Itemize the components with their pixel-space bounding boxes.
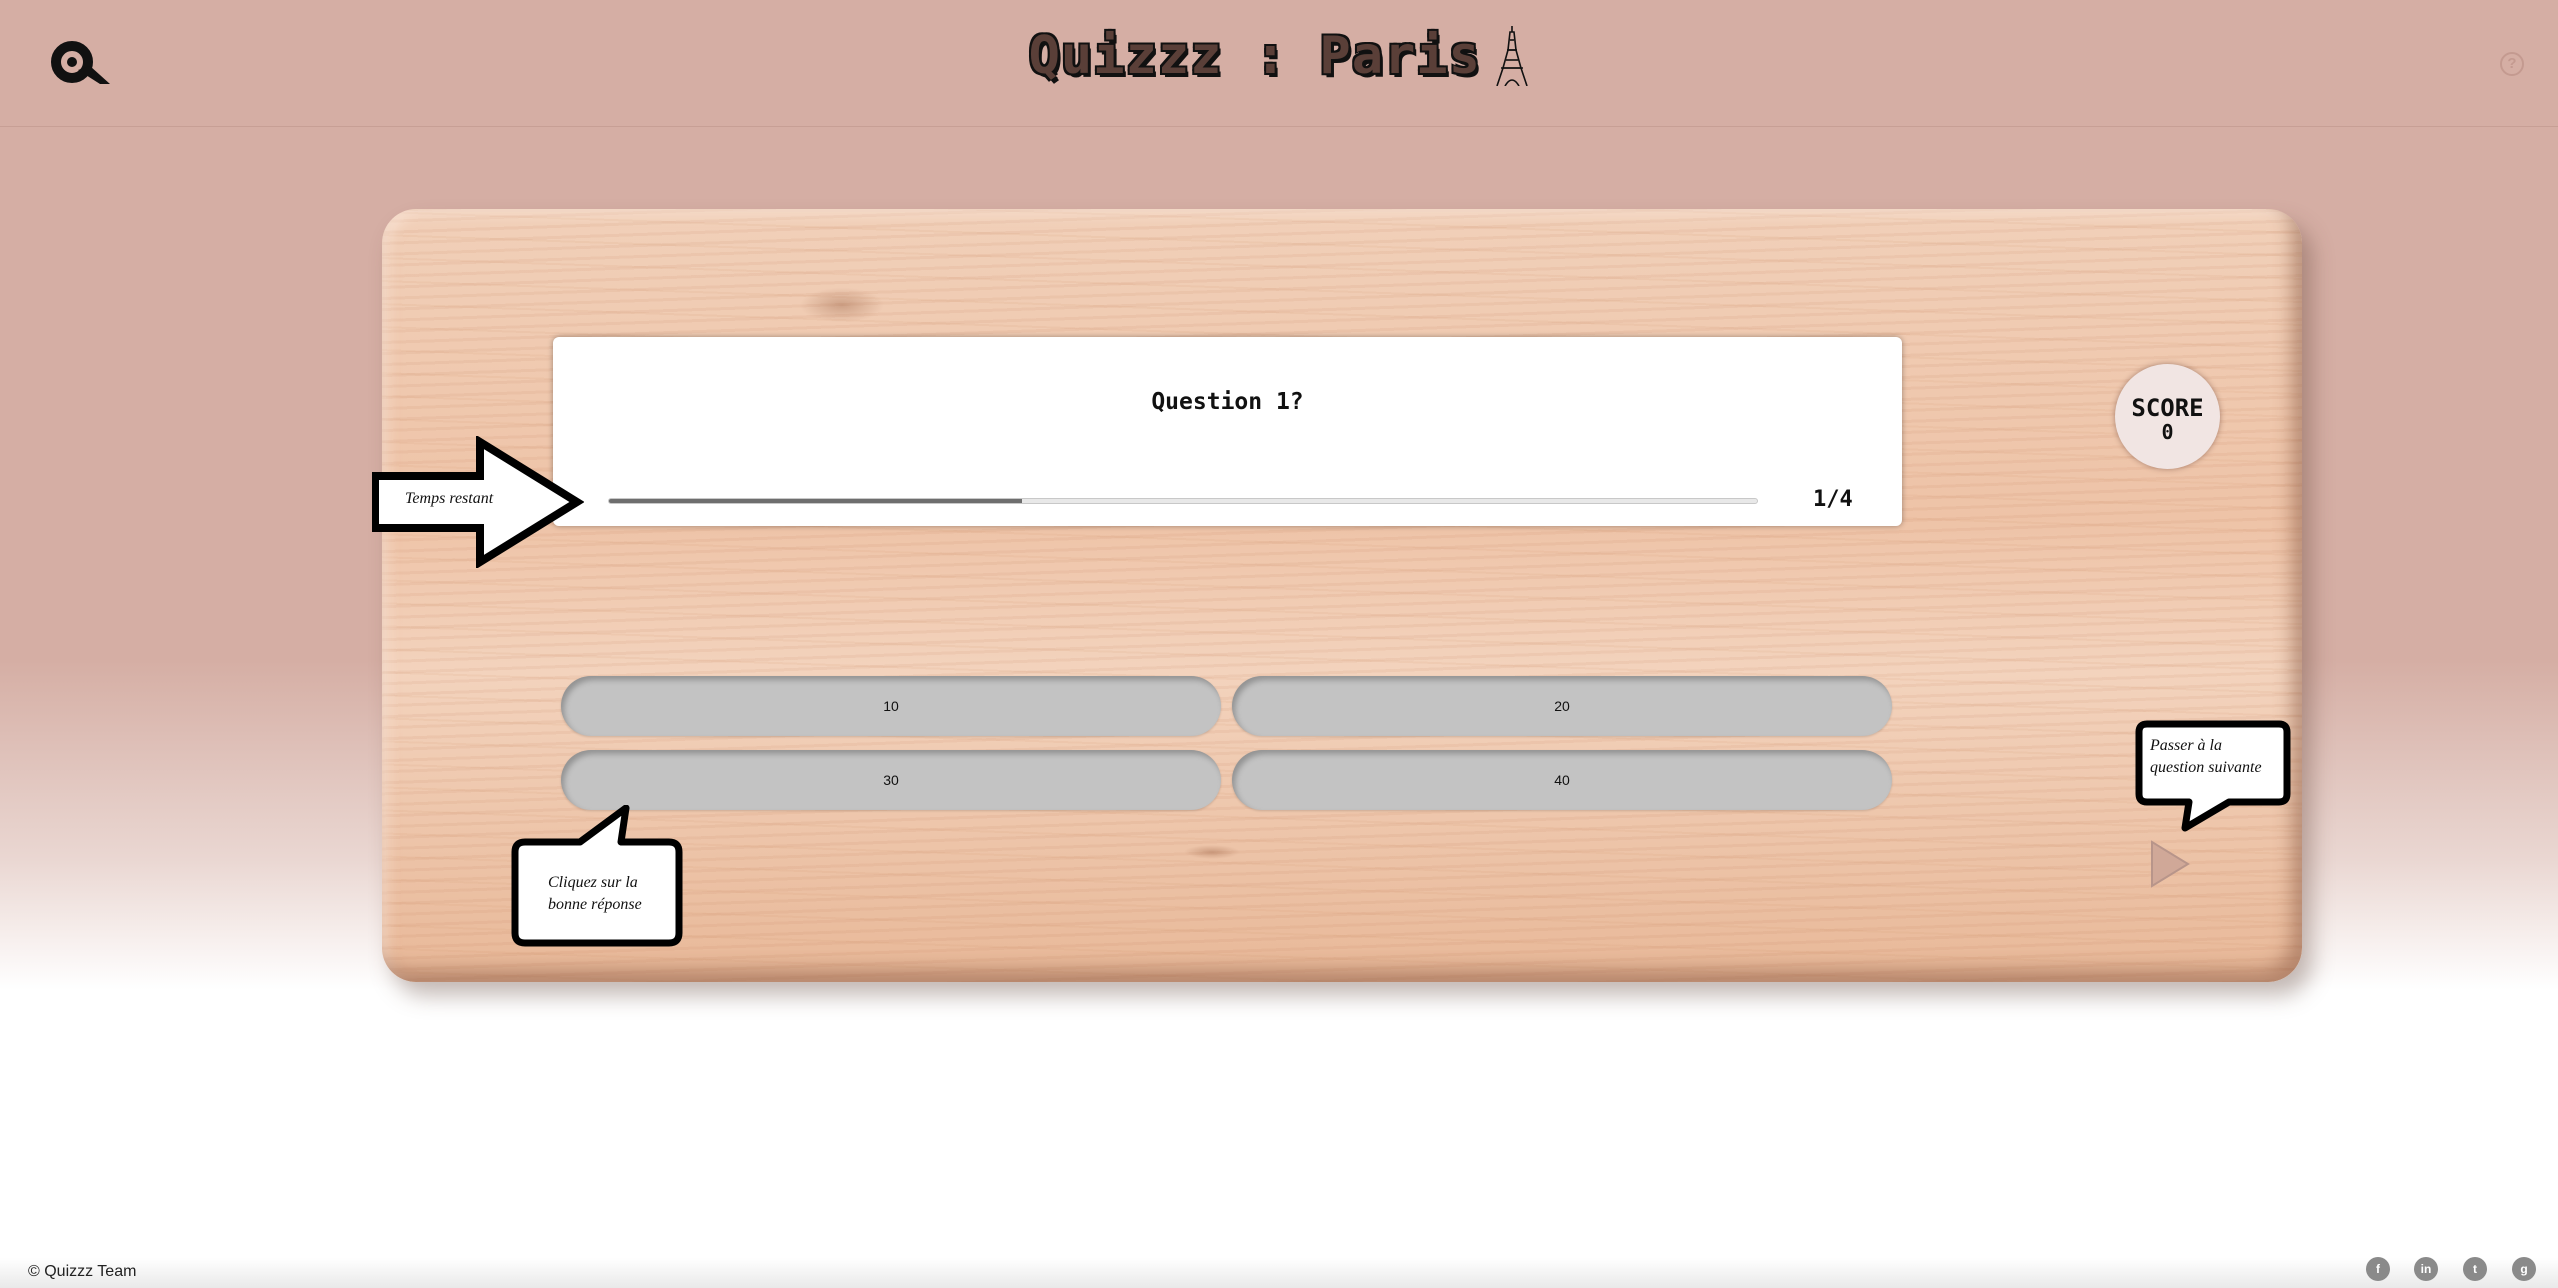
question-text: Question 1? xyxy=(1151,389,1304,415)
help-icon[interactable]: ? xyxy=(2500,52,2524,76)
copyright-text: © Quizzz Team xyxy=(28,1263,137,1280)
title-wrap: Quizzz : Paris xyxy=(0,26,2558,86)
question-card: Question 1? 1/4 xyxy=(553,337,1902,526)
timer-hint-text: Temps restant xyxy=(405,490,494,507)
page-title: Quizzz : Paris xyxy=(1028,26,1481,86)
score-value: 0 xyxy=(2161,420,2174,444)
facebook-icon[interactable]: f xyxy=(2366,1257,2390,1281)
answer-button-3[interactable]: 30 xyxy=(561,750,1221,810)
github-icon[interactable]: g xyxy=(2512,1257,2536,1281)
score-label: SCORE xyxy=(2131,394,2204,422)
timer-progress-fill xyxy=(609,499,1023,503)
question-counter: 1/4 xyxy=(1813,487,1853,512)
timer-progress-bar xyxy=(608,498,1758,504)
answer-hint-text: Cliquez sur la bonne réponse xyxy=(548,874,642,913)
answer-button-1[interactable]: 10 xyxy=(561,676,1221,736)
footer xyxy=(0,1258,2558,1288)
next-hint-text: Passer à la question suivante xyxy=(2150,737,2262,776)
answer-button-4[interactable]: 40 xyxy=(1232,750,1892,810)
linkedin-icon[interactable]: in xyxy=(2414,1257,2438,1281)
eiffel-tower-icon xyxy=(1496,26,1529,86)
answer-button-2[interactable]: 20 xyxy=(1232,676,1892,736)
play-arrow-icon[interactable] xyxy=(2148,838,2192,890)
score-circle: SCORE 0 xyxy=(2115,364,2220,469)
twitter-icon[interactable]: t xyxy=(2463,1257,2487,1281)
header: Quizzz : Paris ? xyxy=(0,0,2558,127)
